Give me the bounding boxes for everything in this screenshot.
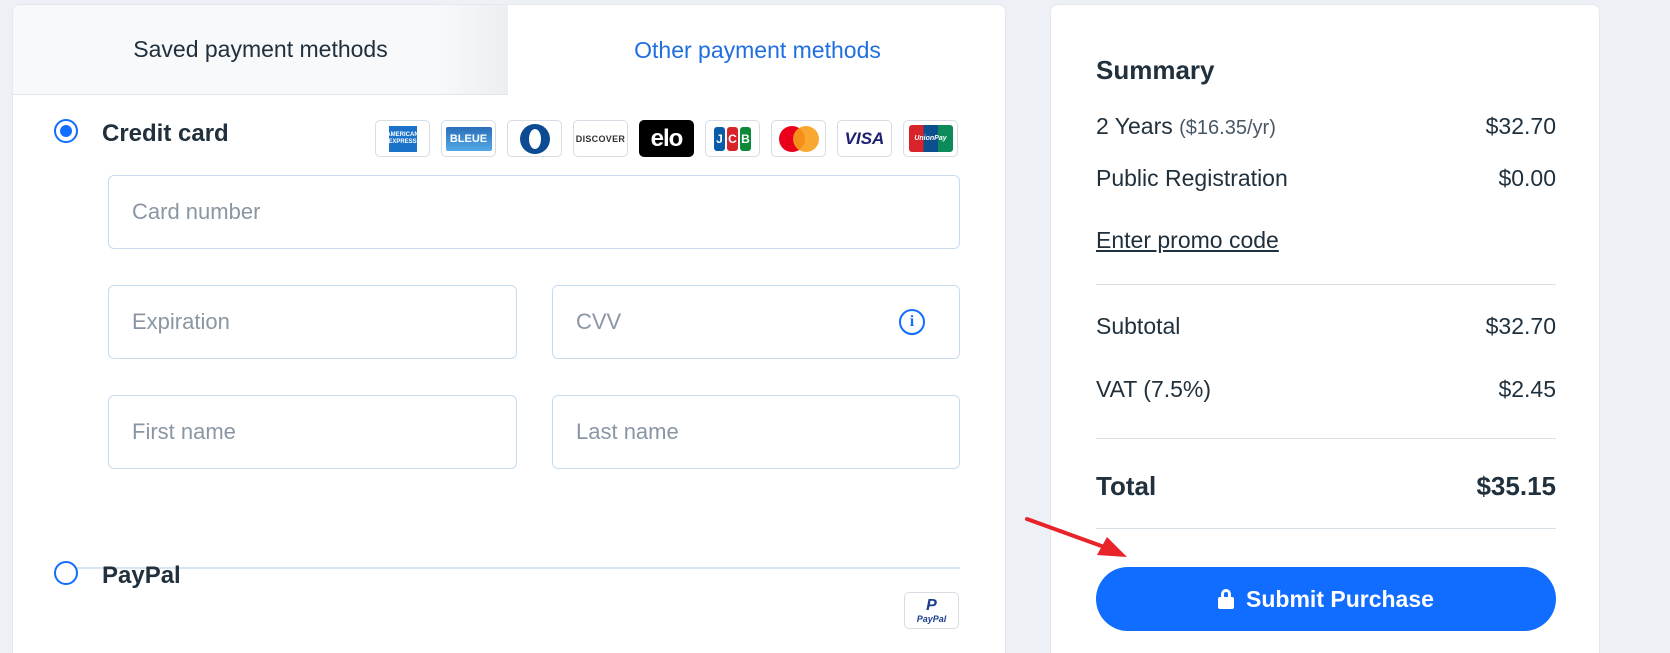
- summary-divider: [1096, 438, 1556, 439]
- plan-price: $32.70: [1485, 113, 1556, 139]
- elo-logo-icon: elo: [639, 120, 694, 157]
- tab-saved-payment-methods[interactable]: Saved payment methods: [13, 5, 508, 95]
- cvv-field[interactable]: i: [552, 285, 960, 359]
- jcb-logo-icon: J C B: [705, 120, 760, 157]
- mastercard-logo-icon: [771, 120, 826, 157]
- submit-purchase-label: Submit Purchase: [1246, 585, 1434, 612]
- paypal-logo-icon: P PayPal: [904, 592, 959, 629]
- plan-row: 2 Years ($16.35/yr) $32.70: [1096, 113, 1556, 140]
- total-row: Total $35.15: [1096, 471, 1556, 502]
- info-icon[interactable]: i: [899, 309, 925, 335]
- discover-logo-icon: DISCOVER: [573, 120, 628, 157]
- payment-tabs: Saved payment methods Other payment meth…: [13, 5, 1005, 95]
- plan-label: 2 Years ($16.35/yr): [1096, 113, 1276, 139]
- vat-row: VAT (7.5%) $2.45: [1096, 376, 1556, 403]
- credit-card-label[interactable]: Credit card: [102, 120, 229, 148]
- paypal-radio[interactable]: [54, 561, 78, 585]
- expiration-input[interactable]: [132, 286, 516, 358]
- expiration-field[interactable]: [108, 285, 517, 359]
- total-value: $35.15: [1476, 471, 1556, 501]
- tab-other-payment-methods[interactable]: Other payment methods: [508, 5, 1005, 95]
- paypal-label[interactable]: PayPal: [102, 562, 181, 590]
- subtotal-label: Subtotal: [1096, 313, 1181, 339]
- vat-value: $2.45: [1498, 376, 1556, 402]
- subtotal-row: Subtotal $32.70: [1096, 313, 1556, 340]
- annotation-arrow-icon: [1025, 517, 1127, 557]
- cb-bleue-logo-icon: BLEUE: [441, 120, 496, 157]
- plan-rate: ($16.35/yr): [1179, 117, 1276, 139]
- total-label: Total: [1096, 471, 1157, 501]
- summary-divider: [1096, 528, 1556, 529]
- card-number-field[interactable]: [108, 175, 960, 249]
- last-name-field[interactable]: [552, 395, 960, 469]
- last-name-input[interactable]: [576, 396, 959, 468]
- card-number-input[interactable]: [132, 176, 959, 248]
- registration-price: $0.00: [1498, 165, 1556, 191]
- payment-methods-panel: Saved payment methods Other payment meth…: [12, 4, 1006, 653]
- card-logos: AMERICAN EXPRESS BLEUE DISCOVER elo J C …: [375, 120, 958, 157]
- summary-divider: [1096, 284, 1556, 285]
- first-name-field[interactable]: [108, 395, 517, 469]
- submit-purchase-button[interactable]: Submit Purchase: [1096, 567, 1556, 631]
- credit-card-radio[interactable]: [54, 119, 78, 143]
- promo-code-link[interactable]: Enter promo code: [1096, 227, 1279, 254]
- visa-logo-icon: VISA: [837, 120, 892, 157]
- vat-label: VAT (7.5%): [1096, 376, 1212, 402]
- unionpay-logo-icon: UnionPay: [903, 120, 958, 157]
- divider: [58, 567, 960, 569]
- summary-title: Summary: [1096, 55, 1215, 85]
- diners-club-logo-icon: [507, 120, 562, 157]
- registration-label: Public Registration: [1096, 165, 1288, 191]
- registration-row: Public Registration $0.00: [1096, 165, 1556, 192]
- lock-icon: [1218, 589, 1235, 609]
- subtotal-value: $32.70: [1485, 313, 1556, 339]
- first-name-input[interactable]: [132, 396, 516, 468]
- amex-logo-icon: AMERICAN EXPRESS: [375, 120, 430, 157]
